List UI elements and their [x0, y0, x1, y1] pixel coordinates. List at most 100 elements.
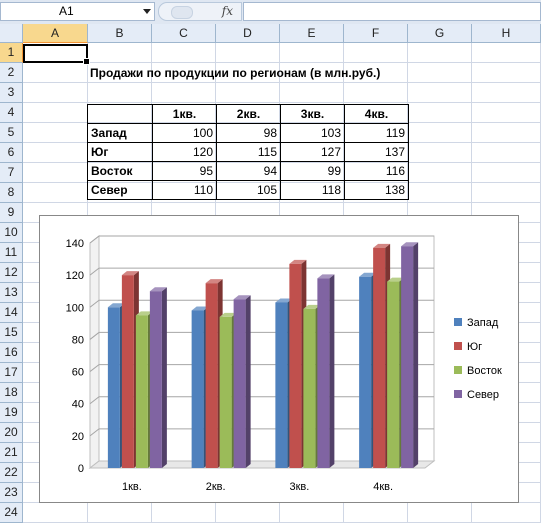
y-tick-label: 80	[72, 334, 84, 346]
column-header-b[interactable]: B	[88, 24, 152, 43]
bar[interactable]	[107, 307, 120, 468]
chart-area[interactable]: 0 20 40 60 80 100 120 140 1кв. 2кв. 3кв. 4кв. Запад Ю…	[39, 215, 519, 503]
bar[interactable]	[303, 308, 316, 468]
select-all-button[interactable]	[0, 24, 23, 43]
bar[interactable]	[289, 263, 302, 468]
column-header-h[interactable]: H	[472, 24, 541, 43]
bar-side	[329, 274, 335, 468]
table-header-cell[interactable]: 4кв.	[344, 104, 409, 124]
row-header-8[interactable]: 8	[0, 183, 23, 203]
y-tick-label: 0	[78, 463, 84, 475]
row-header-5[interactable]: 5	[0, 123, 23, 143]
value-cell[interactable]: 115	[216, 142, 281, 162]
y-tick-label: 140	[66, 238, 84, 250]
value-cell[interactable]: 110	[152, 180, 217, 200]
bar[interactable]	[135, 315, 148, 468]
row-header-4[interactable]: 4	[0, 103, 23, 123]
row-header-11[interactable]: 11	[0, 243, 23, 263]
value-cell[interactable]: 105	[216, 180, 281, 200]
column-header-f[interactable]: F	[344, 24, 408, 43]
bar[interactable]	[219, 316, 232, 468]
column-header-g[interactable]: G	[408, 24, 472, 43]
name-box[interactable]: A1	[0, 2, 155, 21]
row-header-17[interactable]: 17	[0, 363, 23, 383]
formula-input[interactable]	[243, 2, 541, 21]
row-header-3[interactable]: 3	[0, 83, 23, 103]
column-header-c[interactable]: C	[152, 24, 216, 43]
row-header-15[interactable]: 15	[0, 323, 23, 343]
bar[interactable]	[317, 278, 330, 468]
row-header-14[interactable]: 14	[0, 303, 23, 323]
grid-line	[23, 102, 541, 103]
row-header-13[interactable]: 13	[0, 283, 23, 303]
legend-label: Юг	[467, 341, 482, 353]
value-cell[interactable]: 120	[152, 142, 217, 162]
table-header-cell[interactable]: 2кв.	[216, 104, 281, 124]
value-cell[interactable]: 119	[344, 123, 409, 143]
row-header-19[interactable]: 19	[0, 403, 23, 423]
sheet-title[interactable]: Продажи по продукции по регионам (в млн.…	[90, 63, 380, 83]
value-cell[interactable]: 118	[280, 180, 345, 200]
side-wall	[89, 234, 100, 470]
value-cell[interactable]: 95	[152, 161, 217, 181]
row-header-16[interactable]: 16	[0, 343, 23, 363]
column-header-a[interactable]: A	[23, 24, 88, 43]
value-cell[interactable]: 116	[344, 161, 409, 181]
row-header-10[interactable]: 10	[0, 223, 23, 243]
value-cell[interactable]: 94	[216, 161, 281, 181]
bar[interactable]	[233, 299, 246, 468]
table-row: Север 110 105 118 138	[87, 180, 409, 200]
value-cell[interactable]: 103	[280, 123, 345, 143]
table-header-row: 1кв. 2кв. 3кв. 4кв.	[87, 104, 409, 124]
row-label-cell[interactable]: Запад	[87, 123, 153, 143]
x-tick-label: 4кв.	[373, 481, 393, 493]
value-cell[interactable]: 98	[216, 123, 281, 143]
row-header-21[interactable]: 21	[0, 443, 23, 463]
value-cell[interactable]: 99	[280, 161, 345, 181]
bar[interactable]	[401, 246, 414, 468]
bar[interactable]	[359, 276, 372, 468]
row-header-1[interactable]: 1	[0, 43, 23, 63]
column-header-e[interactable]: E	[280, 24, 344, 43]
row-header-23[interactable]: 23	[0, 483, 23, 503]
chart-svg: 0 20 40 60 80 100 120 140 1кв. 2кв. 3кв. 4кв. Запад Ю…	[66, 234, 502, 493]
splitter-handle-icon[interactable]	[171, 6, 193, 19]
bar[interactable]	[373, 247, 386, 468]
legend-label: Запад	[467, 317, 499, 329]
bar[interactable]	[121, 275, 134, 468]
row-header-7[interactable]: 7	[0, 163, 23, 183]
row-header-12[interactable]: 12	[0, 263, 23, 283]
active-cell-a1[interactable]	[23, 44, 90, 65]
row-header-6[interactable]: 6	[0, 143, 23, 163]
legend-swatch	[454, 318, 462, 326]
bar[interactable]	[191, 310, 204, 469]
y-tick-label: 20	[72, 431, 84, 443]
value-cell[interactable]: 127	[280, 142, 345, 162]
table-header-cell[interactable]	[87, 104, 153, 124]
row-label-cell[interactable]: Восток	[87, 161, 153, 181]
row-label-cell[interactable]: Север	[87, 180, 153, 200]
value-cell[interactable]: 138	[344, 180, 409, 200]
value-cell[interactable]: 100	[152, 123, 217, 143]
bar[interactable]	[205, 283, 218, 468]
value-cell[interactable]: 137	[344, 142, 409, 162]
bar-side	[245, 295, 251, 468]
insert-function-icon[interactable]: fx	[222, 3, 233, 20]
y-tick-label: 100	[66, 302, 84, 314]
chevron-down-icon[interactable]	[143, 9, 151, 14]
row-header-9[interactable]: 9	[0, 203, 23, 223]
bar[interactable]	[387, 281, 400, 468]
row-header-2[interactable]: 2	[0, 63, 23, 83]
bar[interactable]	[275, 302, 288, 468]
column-header-d[interactable]: D	[216, 24, 280, 43]
row-header-18[interactable]: 18	[0, 383, 23, 403]
table-header-cell[interactable]: 3кв.	[280, 104, 345, 124]
formula-buttons: fx	[158, 2, 242, 21]
sales-table: 1кв. 2кв. 3кв. 4кв. Запад 100 98 103 119…	[87, 104, 409, 200]
bar[interactable]	[149, 291, 162, 468]
row-header-24[interactable]: 24	[0, 503, 23, 523]
row-header-22[interactable]: 22	[0, 463, 23, 483]
row-label-cell[interactable]: Юг	[87, 142, 153, 162]
table-header-cell[interactable]: 1кв.	[152, 104, 217, 124]
row-header-20[interactable]: 20	[0, 423, 23, 443]
